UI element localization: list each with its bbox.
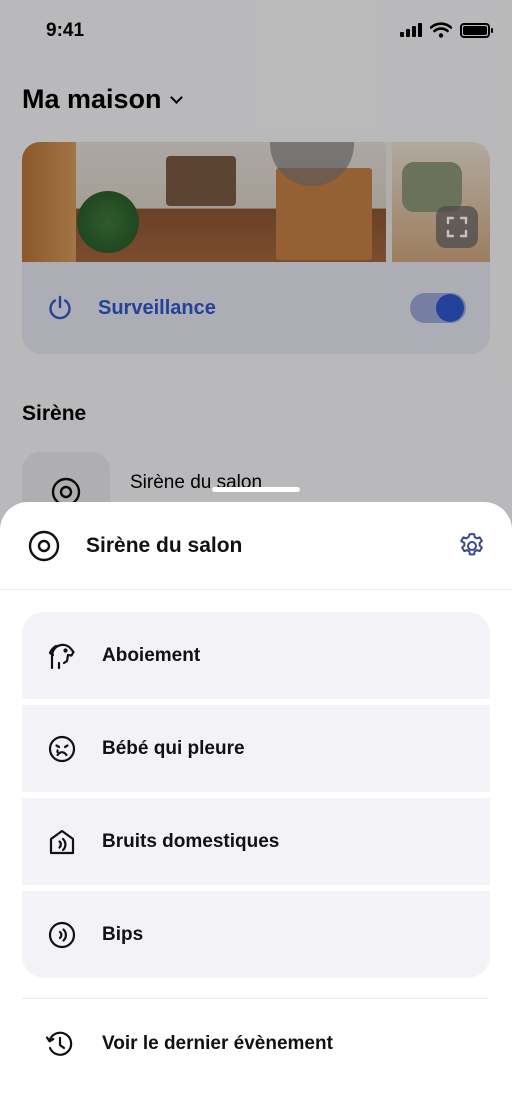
option-label: Bébé qui pleure	[102, 737, 245, 759]
crying-face-icon	[46, 733, 78, 765]
sound-options-list: Aboiement Bébé qui pleure Bruits domesti…	[22, 612, 490, 978]
option-label: Bruits domestiques	[102, 830, 280, 852]
option-bebe-qui-pleure[interactable]: Bébé qui pleure	[22, 705, 490, 792]
sheet-grabber[interactable]	[212, 487, 300, 492]
option-aboiement[interactable]: Aboiement	[22, 612, 490, 699]
last-event-label: Voir le dernier évènement	[102, 1033, 333, 1054]
option-bruits-domestiques[interactable]: Bruits domestiques	[22, 798, 490, 885]
option-label: Aboiement	[102, 644, 201, 666]
dog-icon	[46, 640, 78, 672]
sheet-header: Sirène du salon	[0, 502, 512, 590]
settings-button[interactable]	[456, 530, 488, 562]
gear-icon	[460, 532, 483, 555]
option-label: Bips	[102, 923, 144, 945]
sheet-title: Sirène du salon	[86, 533, 243, 557]
last-event-button[interactable]: Voir le dernier évènement	[22, 1012, 490, 1076]
beep-icon	[46, 919, 78, 951]
siren-icon	[28, 530, 60, 562]
divider	[22, 998, 488, 999]
history-icon	[44, 1028, 76, 1060]
option-bips[interactable]: Bips	[22, 891, 490, 978]
house-sound-icon	[46, 826, 78, 858]
bottom-sheet: Sirène du salon Aboiement Bébé qui pleur…	[0, 502, 512, 1109]
